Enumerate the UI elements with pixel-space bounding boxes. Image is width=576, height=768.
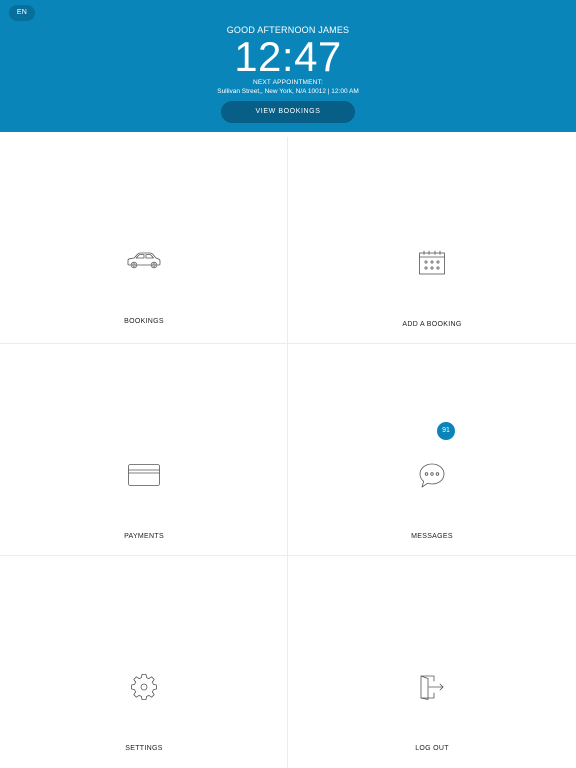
grid-divider-horizontal [0,555,576,556]
view-bookings-button[interactable]: VIEW BOOKINGS [221,101,355,123]
calendar-icon [418,250,446,276]
grid-divider-horizontal [0,343,576,344]
header-banner: EN GOOD AFTERNOON JAMES 12:47 NEXT APPOI… [0,0,576,132]
tile-add-booking[interactable]: ADD A BOOKING [288,132,576,344]
unread-count-badge: 91 [437,422,455,440]
logout-icon [419,674,445,700]
next-appointment-detail: Sullivan Street,, New York, N/A 10012 | … [217,88,359,95]
gear-icon [131,674,157,700]
clock: 12:47 [234,33,342,80]
tile-messages[interactable]: 91 MESSAGES [288,344,576,556]
tile-label-messages: MESSAGES [411,533,453,540]
tile-label-settings: SETTINGS [125,745,163,752]
next-appointment-label: NEXT APPOINTMENT: [252,79,324,86]
credit-card-icon [127,463,161,487]
language-button[interactable]: EN [9,5,35,21]
tile-label-payments: PAYMENTS [124,533,164,540]
chat-bubble-icon [418,462,446,490]
tile-label-log-out: LOG OUT [415,745,449,752]
tile-label-bookings: BOOKINGS [124,318,164,325]
tile-bookings[interactable]: BOOKINGS [0,132,288,344]
car-icon [126,251,162,271]
tile-payments[interactable]: PAYMENTS [0,344,288,556]
grid-divider-vertical [287,137,288,768]
tile-log-out[interactable]: LOG OUT [288,556,576,768]
tile-settings[interactable]: SETTINGS [0,556,288,768]
tile-label-add-booking: ADD A BOOKING [402,321,462,328]
